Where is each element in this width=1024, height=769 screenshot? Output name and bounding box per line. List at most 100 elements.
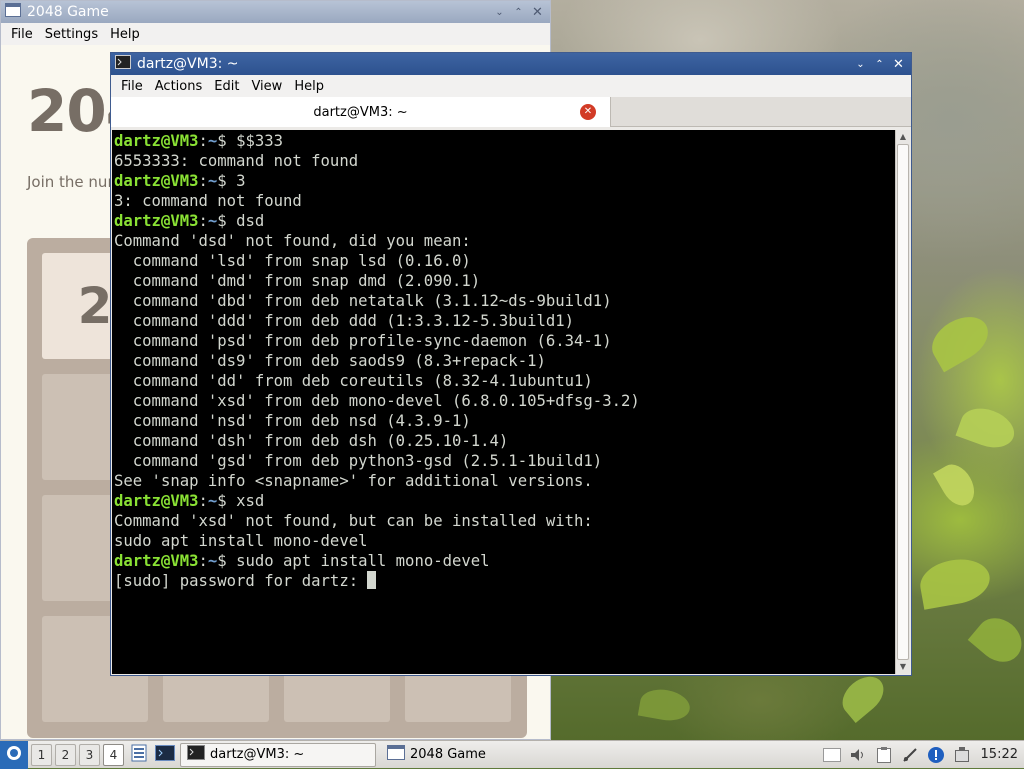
prompt-path: ~ bbox=[207, 172, 218, 190]
terminal-output-line: 6553333: command not found bbox=[114, 152, 359, 170]
close-icon[interactable]: ✕ bbox=[890, 56, 907, 73]
terminal-output-line: command 'xsd' from deb mono-devel (6.8.0… bbox=[114, 392, 640, 410]
prompt-command: 3 bbox=[236, 172, 246, 190]
terminal-menu-actions[interactable]: Actions bbox=[149, 79, 209, 94]
prompt-separator: : bbox=[198, 172, 208, 190]
prompt-separator: : bbox=[198, 492, 208, 510]
minimize-icon[interactable]: ⌄ bbox=[852, 56, 869, 73]
terminal-output-line: sudo apt install mono-devel bbox=[114, 532, 368, 550]
close-icon[interactable]: ✕ bbox=[529, 4, 546, 21]
task-2048-game[interactable]: 2048 Game bbox=[380, 743, 576, 767]
terminal-tabbar: dartz@VM3: ~ ✕ bbox=[111, 97, 911, 127]
game-titlebar[interactable]: 2048 Game ⌄ ⌃ ✕ bbox=[1, 1, 550, 23]
terminal-menu-help[interactable]: Help bbox=[288, 79, 330, 94]
game-menubar: File Settings Help bbox=[1, 23, 550, 45]
wallpaper-leaf bbox=[916, 554, 994, 610]
prompt-symbol: $ bbox=[217, 492, 237, 510]
terminal-output-line: command 'lsd' from snap lsd (0.16.0) bbox=[114, 252, 471, 270]
prompt-user: dartz@VM3 bbox=[114, 552, 199, 570]
file-manager-icon bbox=[130, 744, 148, 766]
prompt-command: dsd bbox=[236, 212, 265, 230]
prompt-symbol: $ bbox=[217, 172, 237, 190]
taskbar: 1 2 3 4 dartz@VM3: ~ 2048 Game 15:22 bbox=[0, 740, 1024, 769]
wallpaper-leaf bbox=[967, 609, 1024, 671]
prompt-separator: : bbox=[198, 132, 208, 150]
terminal-window-title: dartz@VM3: ~ bbox=[137, 56, 239, 72]
terminal-tab[interactable]: dartz@VM3: ~ ✕ bbox=[111, 97, 611, 127]
text-cursor bbox=[367, 571, 377, 589]
prompt-symbol: $ bbox=[217, 212, 237, 230]
terminal-menu-edit[interactable]: Edit bbox=[208, 79, 245, 94]
maximize-icon[interactable]: ⌃ bbox=[510, 4, 527, 21]
terminal-output-line: command 'dd' from deb coreutils (8.32-4.… bbox=[114, 372, 593, 390]
terminal-output-line: command 'gsd' from deb python3-gsd (2.5.… bbox=[114, 452, 603, 470]
workspace-3[interactable]: 3 bbox=[79, 743, 100, 766]
terminal-input-line: [sudo] password for dartz: bbox=[114, 571, 893, 591]
terminal-output-line: command 'ddd' from deb ddd (1:3.3.12-5.3… bbox=[114, 312, 575, 330]
terminal-prompt-line: dartz@VM3:~$ xsd bbox=[114, 491, 893, 511]
window-icon bbox=[5, 3, 21, 21]
terminal-output-line: Command 'xsd' not found, but can be inst… bbox=[114, 512, 593, 530]
maximize-icon[interactable]: ⌃ bbox=[871, 56, 888, 73]
terminal-output[interactable]: dartz@VM3:~$ $$333 6553333: command not f… bbox=[112, 130, 895, 674]
clipboard-icon[interactable] bbox=[875, 746, 893, 764]
prompt-separator: : bbox=[198, 552, 208, 570]
prompt-symbol: $ bbox=[217, 132, 237, 150]
app-menu-icon bbox=[5, 744, 23, 766]
task-terminal[interactable]: dartz@VM3: ~ bbox=[180, 742, 376, 767]
prompt-separator: : bbox=[198, 212, 208, 230]
terminal-output-line: command 'nsd' from deb nsd (4.3.9-1) bbox=[114, 412, 471, 430]
terminal-window[interactable]: dartz@VM3: ~ ⌄ ⌃ ✕ File Actions Edit Vie… bbox=[110, 52, 912, 676]
workspace-4[interactable]: 4 bbox=[103, 743, 124, 766]
workspace-2[interactable]: 2 bbox=[55, 743, 76, 766]
file-manager-launcher[interactable] bbox=[128, 744, 150, 766]
task-terminal-label: dartz@VM3: ~ bbox=[210, 747, 305, 762]
terminal-output-line: command 'psd' from deb profile-sync-daem… bbox=[114, 332, 612, 350]
window-icon bbox=[387, 745, 405, 764]
scroll-up-icon[interactable]: ▲ bbox=[896, 130, 910, 144]
terminal-tab-label: dartz@VM3: ~ bbox=[313, 104, 408, 120]
terminal-output-line: command 'dmd' from snap dmd (2.090.1) bbox=[114, 272, 481, 290]
terminal-menu-view[interactable]: View bbox=[245, 79, 288, 94]
game-menu-file[interactable]: File bbox=[5, 27, 39, 42]
terminal-menubar: File Actions Edit View Help bbox=[111, 75, 911, 97]
prompt-user: dartz@VM3 bbox=[114, 212, 199, 230]
terminal-icon bbox=[155, 744, 175, 765]
terminal-titlebar[interactable]: dartz@VM3: ~ ⌄ ⌃ ✕ bbox=[111, 53, 911, 75]
scroll-down-icon[interactable]: ▼ bbox=[896, 660, 910, 674]
game-intro-text: Join the num bbox=[27, 173, 123, 191]
game-menu-help[interactable]: Help bbox=[104, 27, 146, 42]
prompt-user: dartz@VM3 bbox=[114, 172, 199, 190]
prompt-path: ~ bbox=[207, 212, 218, 230]
tab-close-icon[interactable]: ✕ bbox=[580, 104, 596, 120]
prompt-command: xsd bbox=[236, 492, 265, 510]
terminal-output-line: command 'dbd' from deb netatalk (3.1.12~… bbox=[114, 292, 612, 310]
terminal-scrollbar[interactable]: ▲ ▼ bbox=[895, 130, 910, 674]
terminal-icon bbox=[187, 745, 205, 764]
volume-icon[interactable] bbox=[849, 746, 867, 764]
prompt-path: ~ bbox=[207, 132, 218, 150]
power-icon[interactable] bbox=[953, 746, 971, 764]
clock[interactable]: 15:22 bbox=[981, 747, 1018, 762]
keyboard-layout-icon[interactable] bbox=[822, 746, 841, 764]
start-menu-button[interactable] bbox=[0, 740, 28, 769]
minimize-icon[interactable]: ⌄ bbox=[491, 4, 508, 21]
prompt-user: dartz@VM3 bbox=[114, 492, 199, 510]
network-icon[interactable] bbox=[901, 746, 919, 764]
terminal-launcher[interactable] bbox=[154, 744, 176, 766]
workspace-1[interactable]: 1 bbox=[31, 743, 52, 766]
prompt-path: ~ bbox=[207, 552, 218, 570]
terminal-output-line: command 'dsh' from deb dsh (0.25.10-1.4) bbox=[114, 432, 509, 450]
task-2048-label: 2048 Game bbox=[410, 747, 486, 762]
prompt-path: ~ bbox=[207, 492, 218, 510]
wallpaper-leaf bbox=[955, 401, 1020, 455]
terminal-prompt-line: dartz@VM3:~$ dsd bbox=[114, 211, 893, 231]
terminal-output-line: See 'snap info <snapname>' for additiona… bbox=[114, 472, 593, 490]
notification-icon[interactable] bbox=[927, 746, 945, 764]
game-window-title: 2048 Game bbox=[27, 4, 109, 20]
game-menu-settings[interactable]: Settings bbox=[39, 27, 104, 42]
terminal-output-line: Command 'dsd' not found, did you mean: bbox=[114, 232, 471, 250]
terminal-menu-file[interactable]: File bbox=[115, 79, 149, 94]
scrollbar-thumb[interactable] bbox=[897, 144, 909, 660]
prompt-user: dartz@VM3 bbox=[114, 132, 199, 150]
